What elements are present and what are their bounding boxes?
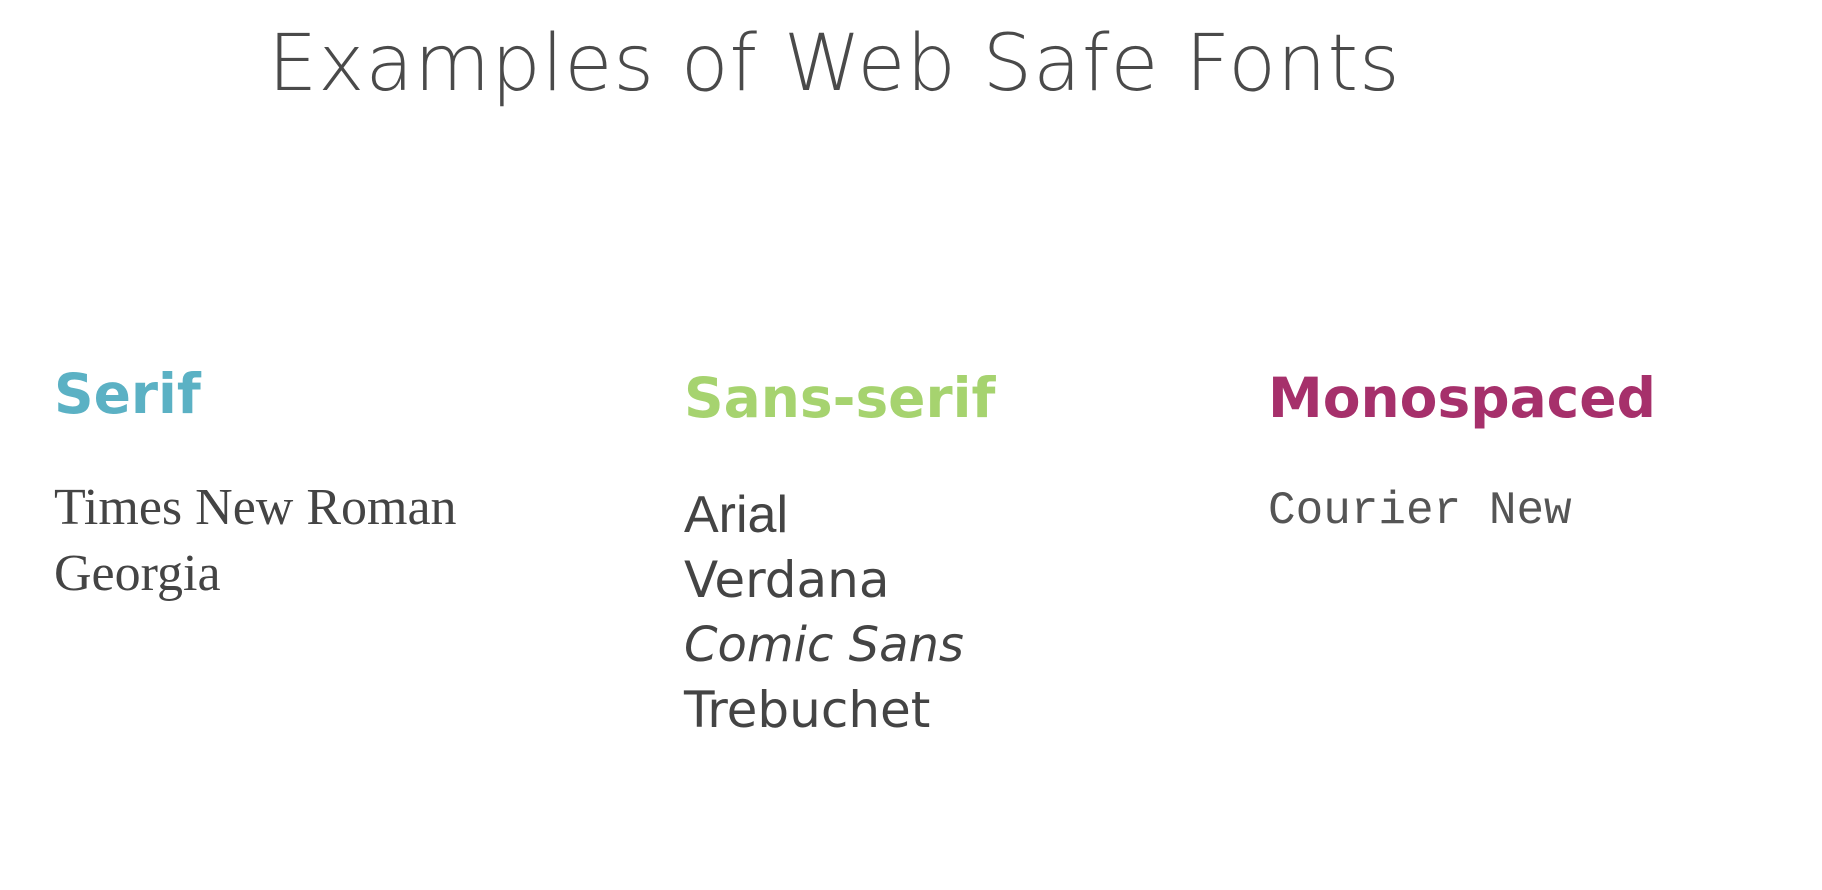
monospaced-font-list: Courier New bbox=[1268, 481, 1656, 541]
monospaced-column: Monospaced Courier New bbox=[1268, 368, 1656, 541]
font-example-arial: Arial bbox=[684, 485, 789, 544]
font-example-comic-sans: Comic Sans bbox=[684, 616, 964, 673]
page-title: Examples of Web Safe Fonts bbox=[268, 19, 1401, 109]
sans-serif-column: Sans-serif Arial Verdana Comic Sans Treb… bbox=[684, 368, 995, 743]
font-example-trebuchet: Trebuchet bbox=[684, 680, 931, 739]
serif-heading: Serif bbox=[54, 362, 201, 426]
sans-serif-heading: Sans-serif bbox=[684, 366, 996, 430]
sans-serif-font-list: Arial Verdana Comic Sans Trebuchet bbox=[684, 483, 995, 743]
font-example-verdana: Verdana bbox=[684, 550, 890, 609]
monospaced-heading: Monospaced bbox=[1268, 366, 1656, 430]
font-example-times-new-roman: Times New Roman bbox=[54, 478, 457, 536]
font-example-georgia: Georgia bbox=[54, 544, 221, 602]
serif-column: Serif Times New Roman Georgia bbox=[54, 364, 457, 607]
font-example-courier-new: Courier New bbox=[1268, 484, 1572, 537]
serif-font-list: Times New Roman Georgia bbox=[54, 475, 457, 607]
